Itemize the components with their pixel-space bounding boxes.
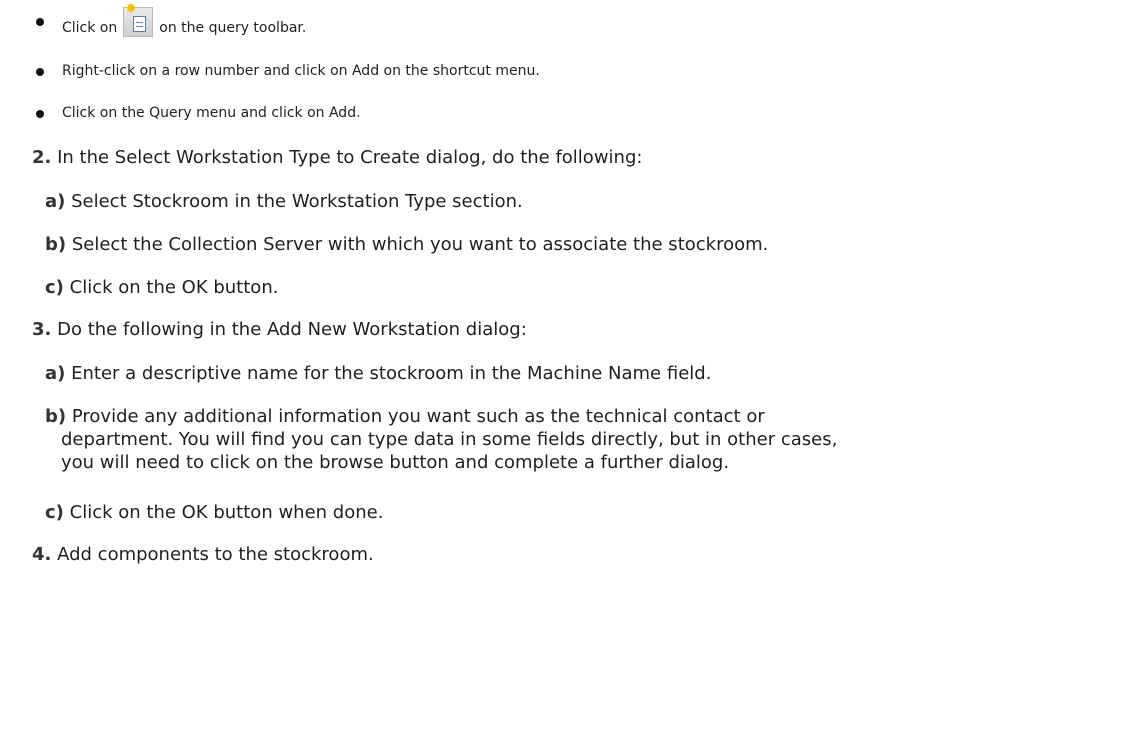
substep-2c: c) Click on the OK button. (45, 276, 278, 299)
step-text: Do the following in the Add New Workstat… (57, 319, 527, 340)
step-text: In the Select Workstation Type to Create… (57, 147, 643, 168)
substep-text-line2: department. You will find you can type d… (61, 429, 838, 450)
substep-label: a) (45, 363, 66, 384)
bullet-item: Right-click on a row number and click on… (36, 63, 540, 79)
substep-text-line1: Provide any additional information you w… (71, 406, 765, 427)
bullet-text: Right-click on a row number and click on… (62, 63, 540, 79)
bullet-text-before: Click on (62, 20, 118, 36)
substep-3b: b) Provide any additional information yo… (45, 405, 837, 474)
substep-text: Click on the OK button when done. (69, 502, 384, 523)
substep-text: Select Stockroom in the Workstation Type… (71, 191, 523, 212)
bullet-item: Click on the Query menu and click on Add… (36, 105, 361, 121)
bullet-text-after: on the query toolbar. (159, 20, 307, 36)
substep-label: c) (45, 502, 64, 523)
step-4: 4. Add components to the stockroom. (32, 544, 374, 565)
substep-3a: a) Enter a descriptive name for the stoc… (45, 362, 711, 385)
step-2: 2. In the Select Workstation Type to Cre… (32, 147, 642, 168)
bullet-text: Click on the Query menu and click on Add… (62, 105, 361, 121)
step-number: 2. (32, 147, 52, 168)
substep-3c: c) Click on the OK button when done. (45, 501, 383, 524)
step-number: 4. (32, 544, 52, 565)
bullet-item: Click on ✸ on the query toolbar. (36, 2, 307, 43)
substep-label: b) (45, 406, 67, 427)
bullet-dot (36, 110, 44, 118)
bullet-dot (36, 68, 44, 76)
substep-text: Enter a descriptive name for the stockro… (71, 363, 712, 384)
substep-text: Click on the OK button. (69, 277, 279, 298)
substep-2b: b) Select the Collection Server with whi… (45, 233, 768, 256)
add-new-icon[interactable]: ✸ (123, 2, 154, 37)
bullet-dot (36, 18, 44, 26)
substep-label: c) (45, 277, 64, 298)
substep-2a: a) Select Stockroom in the Workstation T… (45, 190, 523, 213)
step-3: 3. Do the following in the Add New Works… (32, 319, 527, 340)
substep-label: b) (45, 234, 67, 255)
substep-label: a) (45, 191, 66, 212)
step-text: Add components to the stockroom. (57, 544, 374, 565)
substep-text: Select the Collection Server with which … (71, 234, 769, 255)
step-number: 3. (32, 319, 52, 340)
substep-text-line3: you will need to click on the browse but… (61, 452, 730, 473)
